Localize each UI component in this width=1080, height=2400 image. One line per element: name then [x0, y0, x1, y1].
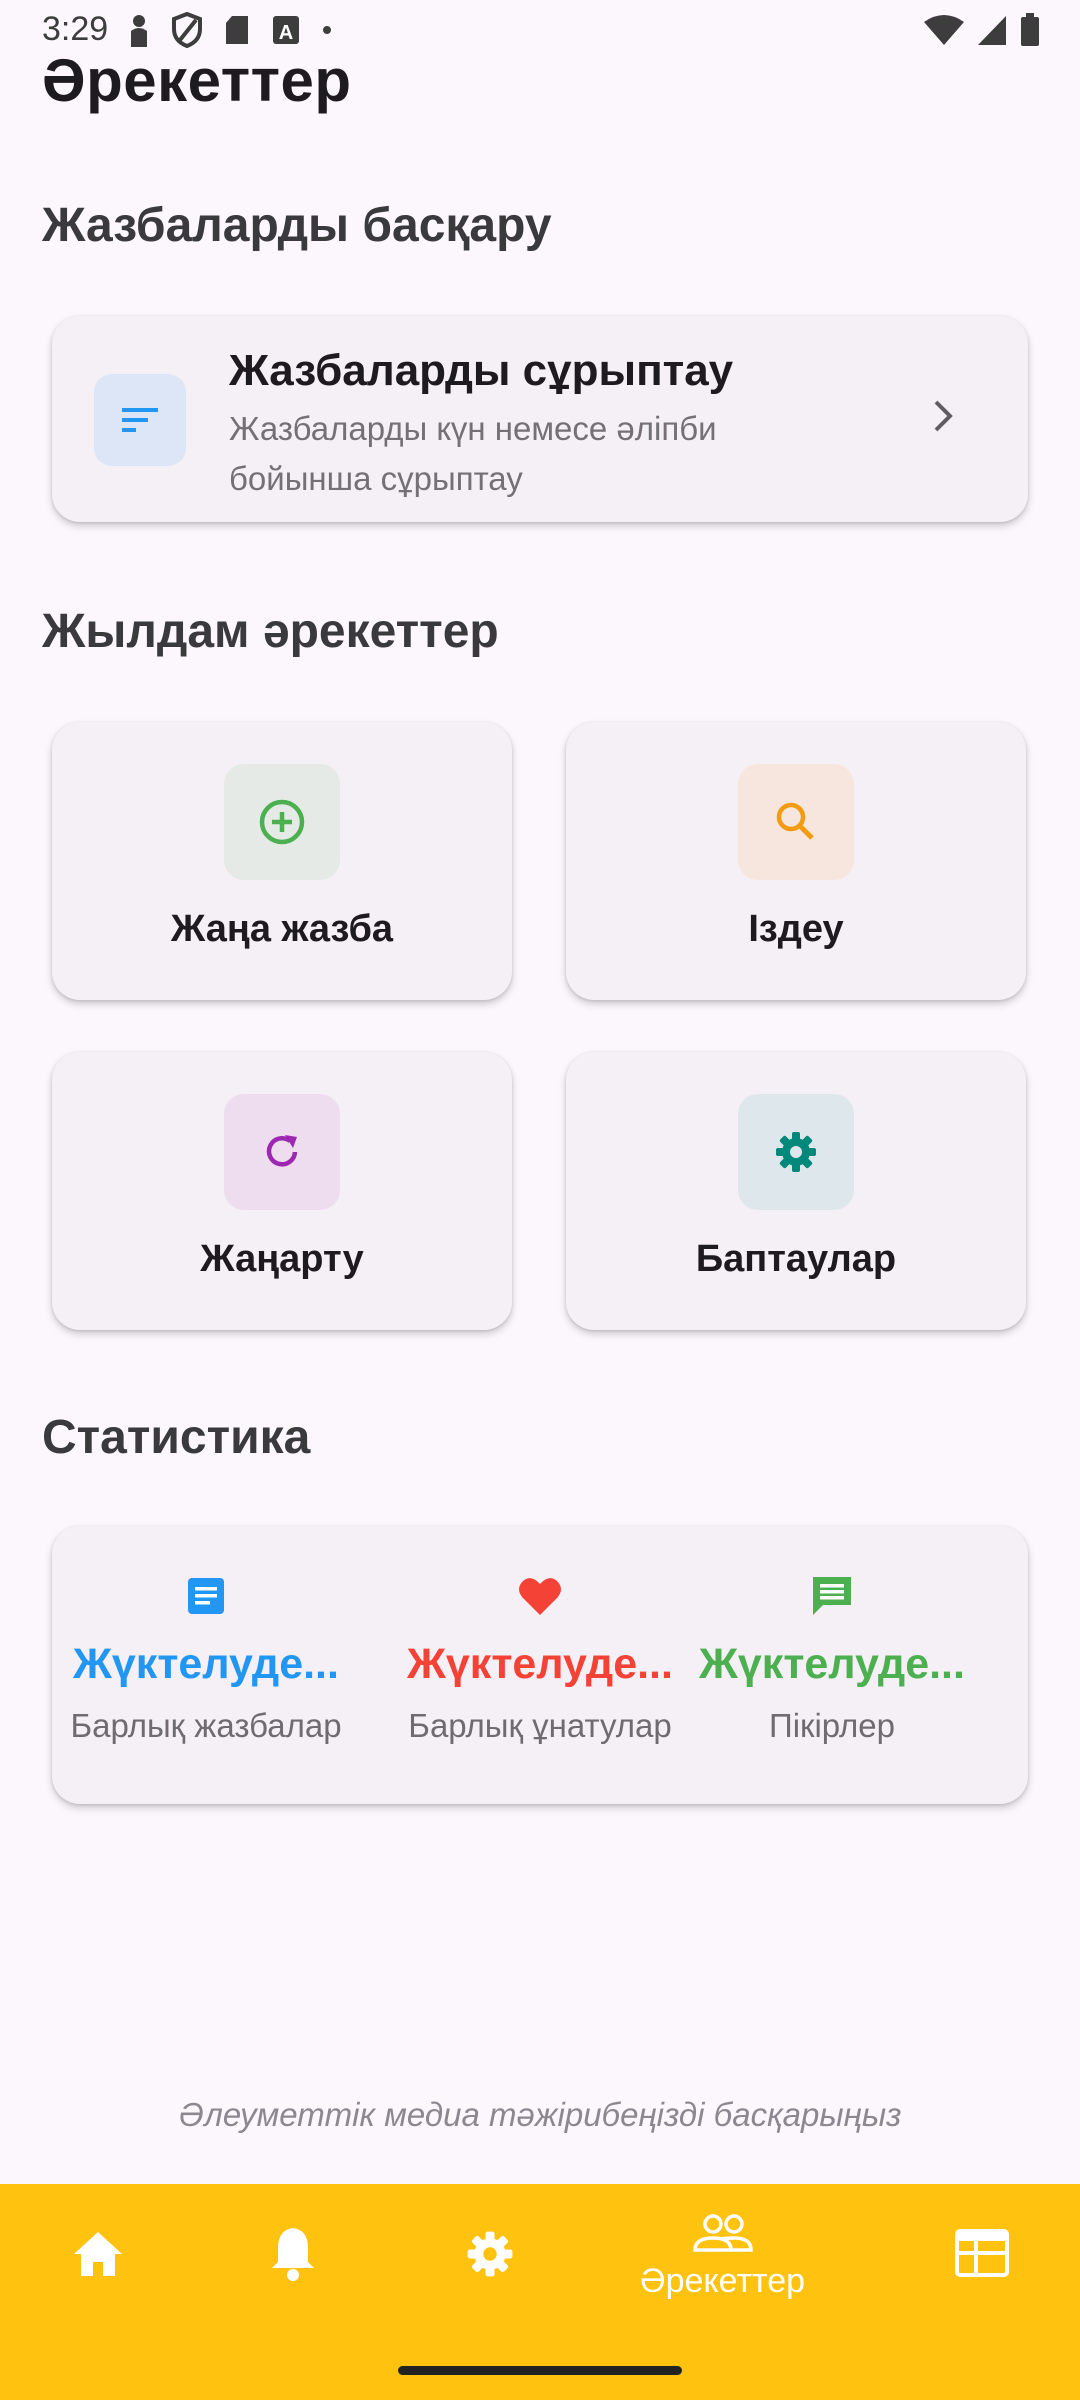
stat-comments: Жүктелуде... Пікірлер [682, 1566, 982, 1745]
font-icon: A [273, 16, 299, 44]
settings-label: Баптаулар [695, 1238, 897, 1280]
sort-posts-card[interactable]: Жазбаларды сұрыптау Жазбаларды күн немес… [52, 316, 1028, 522]
settings-icon-container [738, 1094, 854, 1210]
stat-total-posts-label: Барлық жазбалар [70, 1707, 342, 1744]
search-label: Іздеу [748, 908, 844, 950]
section-title-stats: Статистика [42, 1411, 311, 1464]
shield-icon [172, 12, 202, 48]
refresh-icon [266, 1135, 298, 1167]
person-pin-icon [131, 15, 147, 47]
stat-total-posts: Жүктелуде... Барлық жазбалар [56, 1566, 356, 1745]
stat-comments-label: Пікірлер [768, 1707, 895, 1744]
home-indicator[interactable] [398, 2366, 682, 2375]
footer-tagline: Әлеуметтік медиа тәжірибеңізді басқарыңы… [178, 2096, 902, 2133]
stat-total-likes: Жүктелуде... Барлық ұнатулар [390, 1566, 690, 1745]
sort-card-title: Жазбаларды сұрыптау [229, 346, 734, 395]
sort-card-description: Жазбаларды күн немесе әліпби бойынша сұр… [229, 410, 717, 497]
home-icon [74, 2232, 122, 2276]
nav-table[interactable] [954, 2228, 1010, 2278]
svg-text:A: A [279, 22, 293, 44]
stat-comments-value: Жүктелуде... [699, 1640, 965, 1688]
section-title-quick: Жылдам әрекеттер [42, 605, 499, 658]
new-post-button[interactable]: Жаңа жазба [52, 722, 512, 1000]
page-title: Әрекеттер [42, 47, 352, 114]
heart-icon [519, 1578, 561, 1615]
new-post-label: Жаңа жазба [170, 908, 394, 950]
nav-actions-label: Әрекеттер [640, 2262, 806, 2300]
stat-total-likes-value: Жүктелуде... [407, 1640, 673, 1688]
sd-card-icon [226, 16, 248, 44]
search-icon-container [738, 764, 854, 880]
sort-icon [122, 408, 158, 432]
refresh-button[interactable]: Жаңарту [52, 1052, 512, 1330]
wifi-icon [924, 15, 964, 45]
dot-icon [323, 26, 331, 34]
refresh-icon-container [224, 1094, 340, 1210]
refresh-label: Жаңарту [200, 1238, 364, 1280]
stats-card: Жүктелуде... Барлық жазбалар Жүктелуде..… [52, 1526, 1028, 1804]
settings-button[interactable]: Баптаулар [566, 1052, 1026, 1330]
add-icon-container [224, 764, 340, 880]
gear-icon [776, 1132, 816, 1172]
bell-icon [272, 2228, 314, 2281]
nav-actions[interactable]: Әрекеттер [640, 2212, 805, 2301]
people-icon [692, 2214, 753, 2252]
sort-icon-container [94, 374, 186, 466]
search-icon [776, 802, 814, 840]
section-title-manage: Жазбаларды басқару [42, 199, 552, 252]
chevron-right-icon [934, 400, 953, 432]
gear-icon [467, 2231, 513, 2277]
status-system-icons [924, 10, 1040, 50]
status-time: 3:29 [42, 10, 109, 48]
search-button[interactable]: Іздеу [566, 722, 1026, 1000]
comment-icon [813, 1577, 851, 1615]
nav-settings[interactable] [462, 2226, 518, 2282]
status-notification-icons: A [128, 10, 332, 50]
table-icon [955, 2229, 1009, 2277]
stat-total-posts-value: Жүктелуде... [73, 1640, 339, 1688]
add-circle-icon [259, 799, 305, 845]
nav-home[interactable] [70, 2228, 126, 2280]
stat-total-likes-label: Барлық ұнатулар [408, 1707, 672, 1744]
signal-icon [978, 16, 1006, 45]
article-icon [188, 1578, 224, 1614]
nav-notifications[interactable] [268, 2224, 318, 2282]
battery-icon [1021, 13, 1039, 46]
